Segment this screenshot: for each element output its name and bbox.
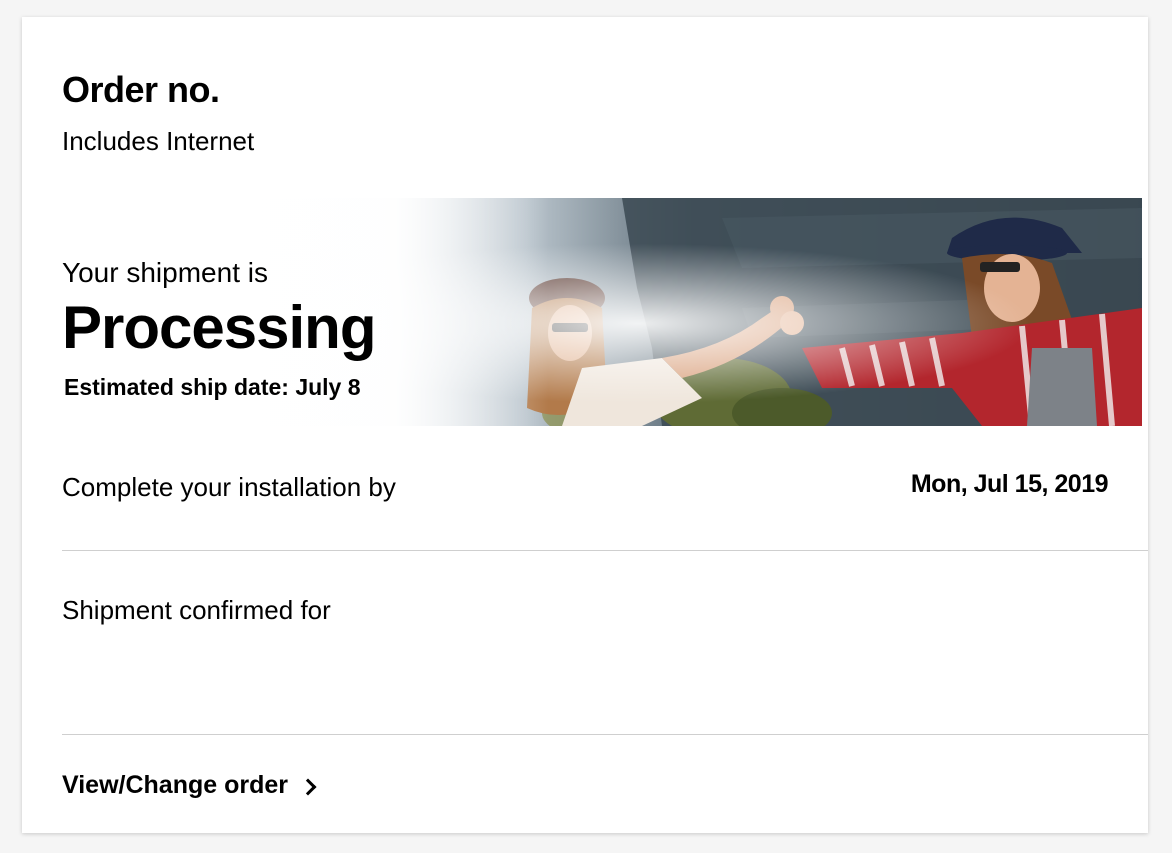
shipment-status: Processing [62,294,376,361]
divider [62,734,1148,735]
shipment-status-kicker: Your shipment is [62,257,268,288]
view-change-order-label: View/Change order [62,771,288,799]
order-card: Order no. Includes Internet Your shipmen… [22,17,1148,833]
divider [62,550,1148,551]
installation-label: Complete your installation by [62,472,396,502]
view-change-order-link[interactable]: View/Change order [62,771,317,799]
order-title: Order no. [62,69,220,110]
installation-date: Mon, Jul 15, 2019 [910,470,1109,498]
chevron-right-icon [299,778,317,795]
estimated-ship-date: Estimated ship date: July 8 [64,374,361,400]
shipment-status-banner: Your shipment is Processing Estimated sh… [22,198,1142,426]
shipment-confirmed-label: Shipment confirmed for [62,595,331,625]
order-subtitle: Includes Internet [62,126,255,156]
